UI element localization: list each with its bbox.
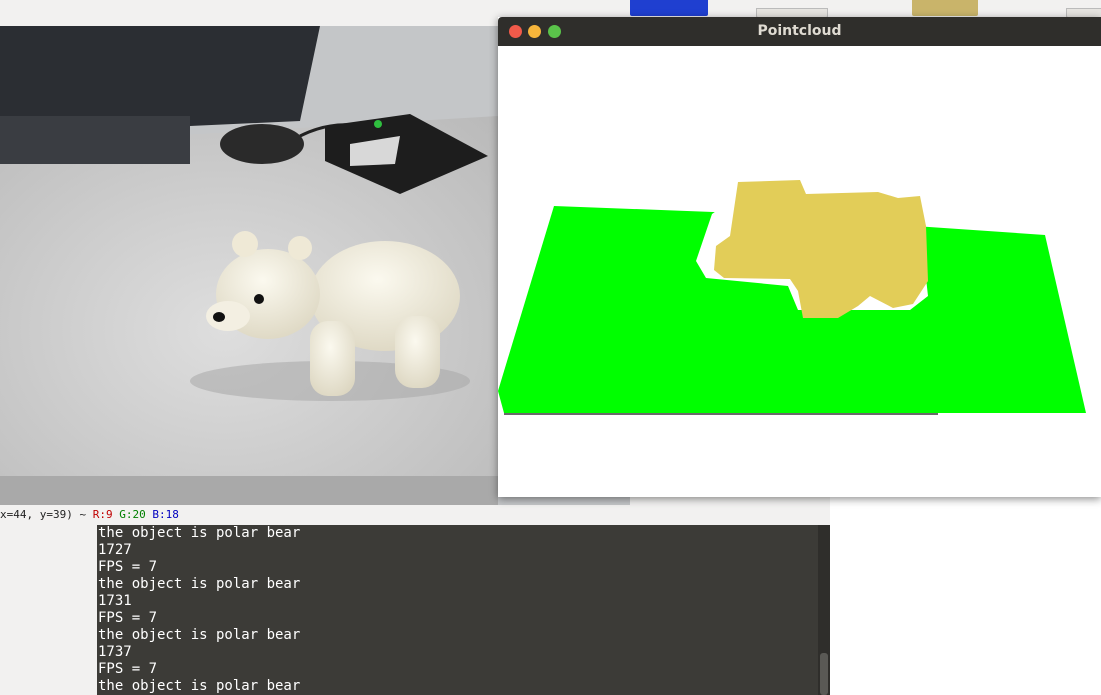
background-thumbnail <box>912 0 978 16</box>
background-thumbnail <box>630 0 708 16</box>
terminal-line: 1727 <box>98 542 132 558</box>
terminal-line: FPS = 7 <box>98 610 158 626</box>
terminal-line: 1737 <box>98 644 132 660</box>
cursor-coords: x=44, y=39) ~ <box>0 508 87 521</box>
desk-edge <box>0 476 498 505</box>
terminal-scrollbar[interactable] <box>818 525 830 695</box>
pointcloud-viewport[interactable] <box>498 46 1101 497</box>
terminal-line: the object is polar bear <box>98 525 301 541</box>
pointcloud-window: Pointcloud <box>498 17 1101 497</box>
pointcloud-titlebar[interactable]: Pointcloud <box>498 17 1101 46</box>
pixel-red-value: R:9 <box>92 508 113 521</box>
terminal-line: 1731 <box>98 593 132 609</box>
pointcloud-render <box>498 180 1086 415</box>
window-title: Pointcloud <box>757 23 842 39</box>
computer-mouse <box>220 124 304 164</box>
terminal-line: FPS = 7 <box>98 661 158 677</box>
monitor-stand <box>0 116 190 164</box>
terminal-line: the object is polar bear <box>98 627 301 643</box>
desktop-background <box>830 497 1101 695</box>
terminal-line: the object is polar bear <box>98 576 301 592</box>
pixel-blue-value: B:18 <box>152 508 179 521</box>
camera-status-bar: x=44, y=39) ~ R:9 G:20 B:18 <box>0 505 630 525</box>
terminal-window[interactable]: the object is polar bear 1727 FPS = 7 th… <box>97 525 830 695</box>
terminal-scrollbar-thumb[interactable] <box>820 653 828 695</box>
pixel-green-value: G:20 <box>119 508 146 521</box>
terminal-line: the object is polar bear <box>98 678 301 694</box>
terminal-line: FPS = 7 <box>98 559 158 575</box>
card-reader-led <box>374 120 382 128</box>
